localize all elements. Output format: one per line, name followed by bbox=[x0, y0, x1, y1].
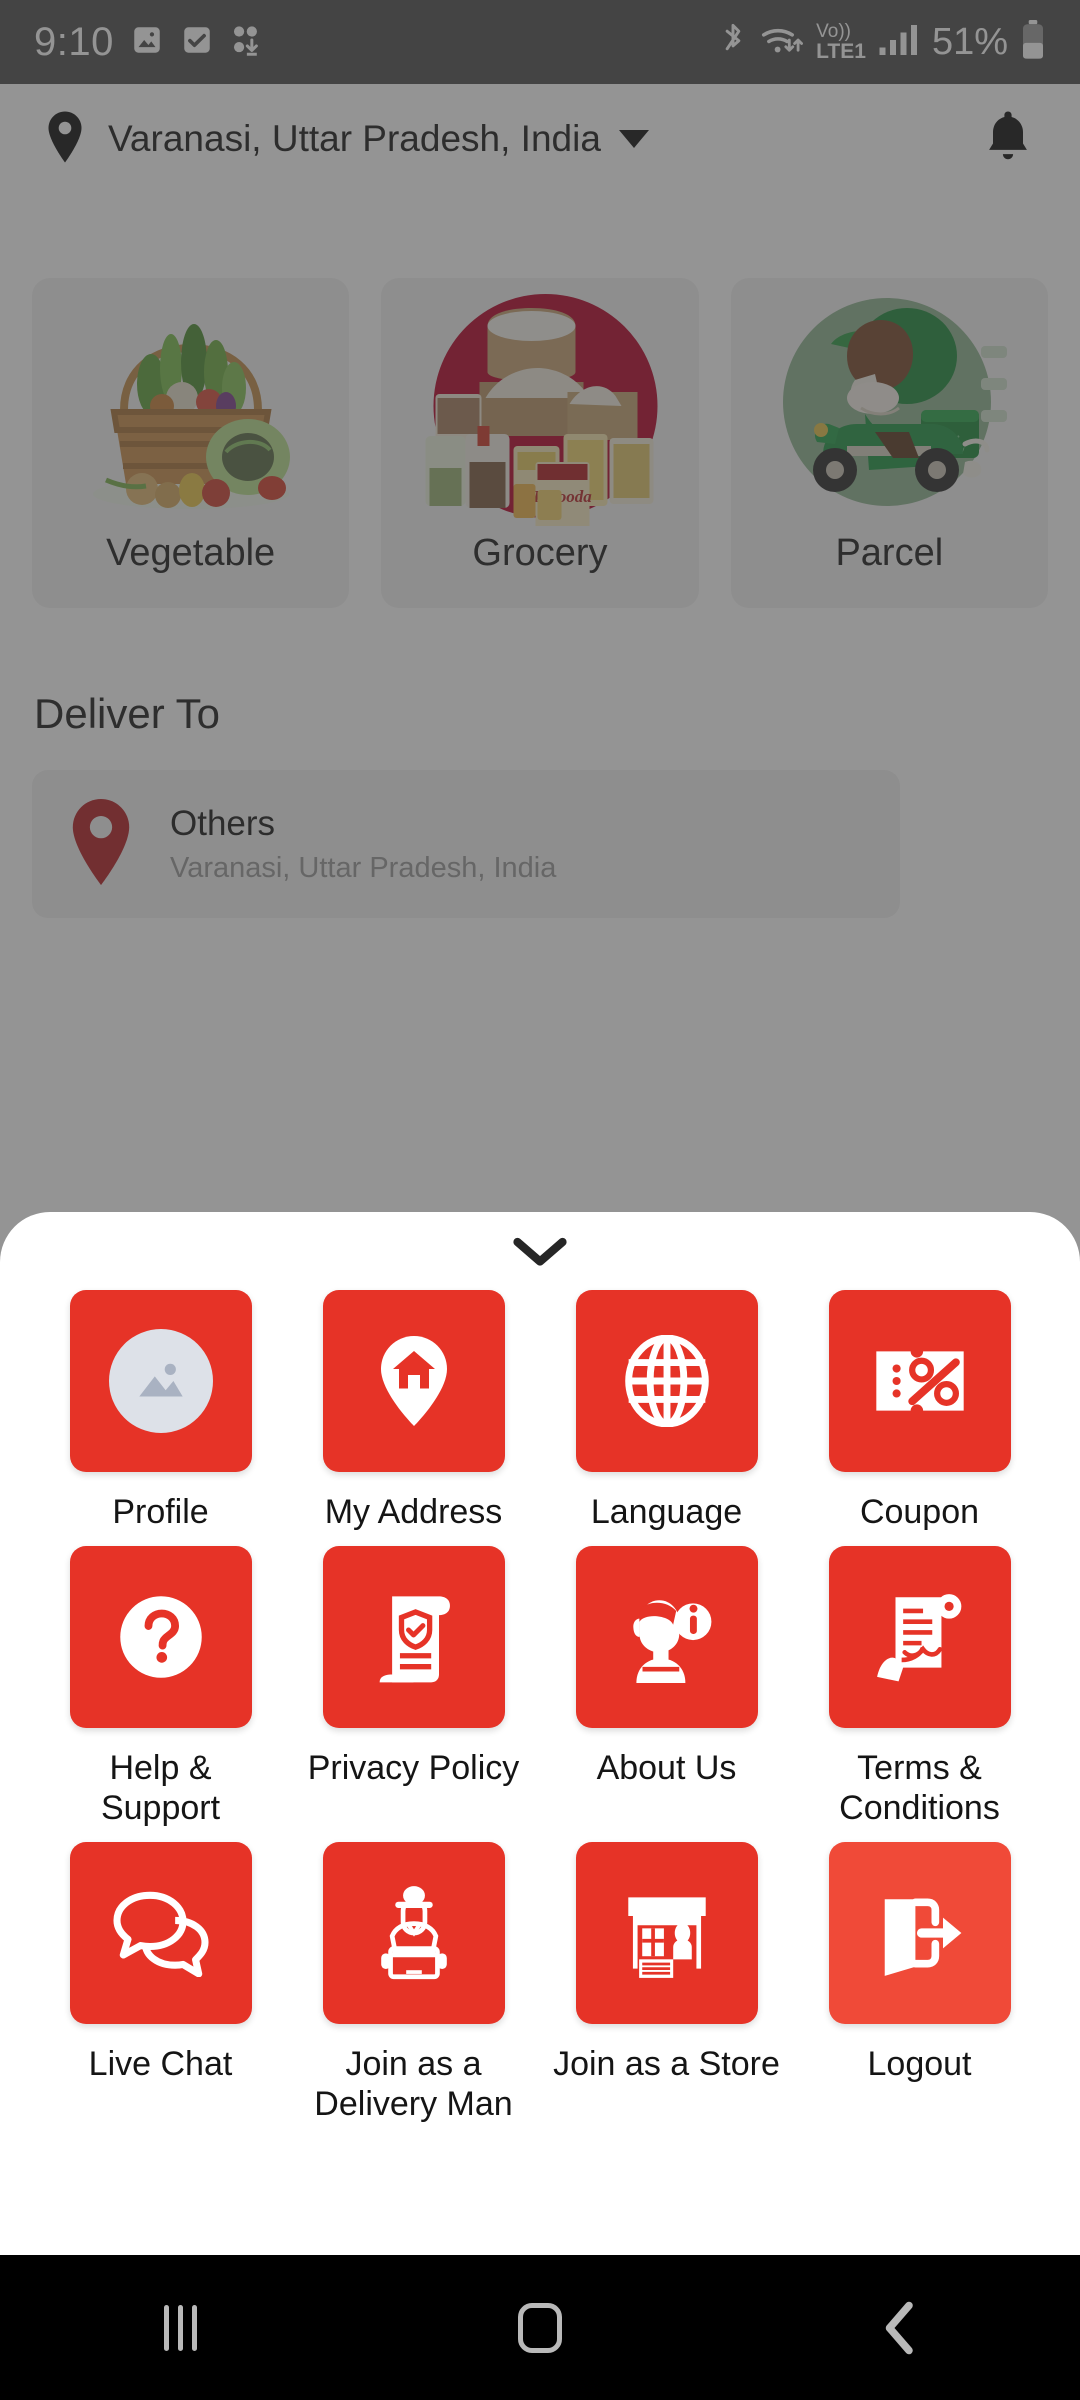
menu-item-about-us[interactable]: About Us bbox=[540, 1546, 793, 1828]
bottom-sheet-menu: Profile My Address Language Coupon Help … bbox=[0, 1212, 1080, 2255]
recents-icon bbox=[163, 2304, 197, 2351]
sheet-collapse-handle[interactable] bbox=[0, 1212, 1080, 1290]
menu-item-my-address[interactable]: My Address bbox=[287, 1290, 540, 1532]
my-address-tile[interactable] bbox=[322, 1290, 505, 1472]
menu-item-logout[interactable]: Logout bbox=[793, 1842, 1046, 2124]
menu-label: Join as a Store bbox=[553, 2045, 780, 2084]
terms-conditions-tile[interactable] bbox=[828, 1546, 1011, 1729]
store-stall-icon bbox=[627, 1897, 706, 1979]
recents-button[interactable] bbox=[0, 2304, 360, 2351]
menu-item-join-delivery-man[interactable]: Join as a Delivery Man bbox=[287, 1842, 540, 2124]
menu-row-3: Live Chat Join as a Delivery Man Join as… bbox=[0, 1828, 1080, 2124]
live-chat-tile[interactable] bbox=[69, 1842, 252, 2025]
chevron-down-icon bbox=[513, 1237, 567, 1266]
menu-label: Language bbox=[590, 1493, 743, 1531]
coupon-percent-icon bbox=[875, 1351, 964, 1411]
menu-item-help-support[interactable]: Help & Support bbox=[34, 1546, 287, 1828]
coupon-tile[interactable] bbox=[828, 1290, 1011, 1472]
help-support-tile[interactable] bbox=[69, 1546, 252, 1729]
join-delivery-man-tile[interactable] bbox=[322, 1842, 505, 2025]
about-us-tile[interactable] bbox=[575, 1546, 758, 1729]
android-navigation-bar bbox=[0, 2255, 1080, 2400]
logout-tile[interactable] bbox=[828, 1842, 1011, 2025]
home-icon bbox=[518, 2302, 562, 2353]
menu-item-language[interactable]: Language bbox=[540, 1290, 793, 1532]
menu-item-live-chat[interactable]: Live Chat bbox=[34, 1842, 287, 2124]
menu-label: Coupon bbox=[859, 1493, 980, 1531]
language-tile[interactable] bbox=[575, 1290, 758, 1472]
person-info-icon bbox=[632, 1600, 711, 1684]
menu-label: Help & Support bbox=[100, 1749, 221, 1828]
menu-label: Privacy Policy bbox=[307, 1749, 520, 1788]
menu-label: Terms & Conditions bbox=[839, 1749, 1000, 1828]
menu-label: My Address bbox=[324, 1493, 503, 1531]
join-store-tile[interactable] bbox=[575, 1842, 758, 2025]
chat-bubbles-icon bbox=[112, 1892, 209, 1978]
menu-label: Profile bbox=[112, 1493, 209, 1531]
profile-avatar-icon bbox=[108, 1329, 213, 1433]
menu-item-profile[interactable]: Profile bbox=[34, 1290, 287, 1532]
home-pin-icon bbox=[380, 1336, 447, 1426]
back-icon bbox=[885, 2301, 913, 2354]
shield-document-icon bbox=[379, 1596, 450, 1683]
menu-item-coupon[interactable]: Coupon bbox=[793, 1290, 1046, 1532]
home-button[interactable] bbox=[360, 2302, 720, 2353]
menu-row-1: Profile My Address Language Coupon bbox=[0, 1290, 1080, 1532]
logout-arrow-icon bbox=[884, 1898, 961, 1977]
menu-item-privacy-policy[interactable]: Privacy Policy bbox=[287, 1546, 540, 1828]
privacy-policy-tile[interactable] bbox=[322, 1546, 505, 1729]
menu-label: Logout bbox=[867, 2045, 972, 2084]
profile-tile[interactable] bbox=[69, 1290, 252, 1472]
menu-row-2: Help & Support Privacy Policy About Us T… bbox=[0, 1532, 1080, 1828]
menu-label: Live Chat bbox=[88, 2045, 233, 2084]
menu-label: Join as a Delivery Man bbox=[314, 2045, 513, 2124]
question-mark-icon bbox=[119, 1596, 202, 1678]
menu-label: About Us bbox=[596, 1749, 737, 1788]
delivery-person-icon bbox=[380, 1886, 447, 1980]
globe-icon bbox=[624, 1335, 709, 1427]
back-button[interactable] bbox=[720, 2301, 1080, 2355]
menu-item-terms-conditions[interactable]: Terms & Conditions bbox=[793, 1546, 1046, 1828]
contract-signing-icon bbox=[876, 1594, 961, 1682]
menu-item-join-store[interactable]: Join as a Store bbox=[540, 1842, 793, 2124]
